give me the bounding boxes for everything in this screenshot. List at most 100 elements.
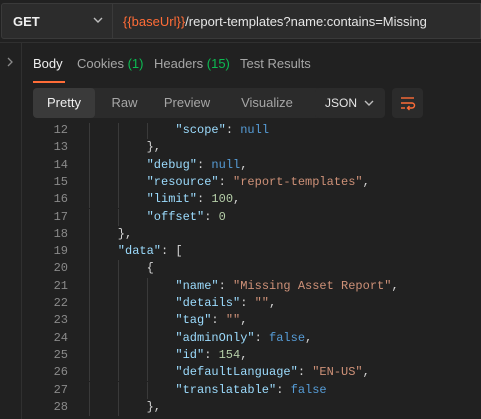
url-input[interactable]: {{baseUrl}}/report-templates?name:contai… [113, 3, 481, 39]
line-number: 14 [53, 157, 68, 172]
code-token: 100 [211, 192, 234, 207]
tab-cookies[interactable]: Cookies (1) [77, 56, 143, 71]
code-token: , [391, 278, 399, 293]
view-preview-button[interactable]: Preview [156, 88, 218, 118]
indent-guide [146, 295, 148, 313]
code-text: "defaultLanguage": "EN-US", [175, 364, 369, 381]
code-token: "name" [175, 278, 219, 293]
indent-guide [117, 329, 119, 347]
tab-headers[interactable]: Headers (15) [154, 56, 230, 71]
line-number: 16 [53, 192, 68, 207]
method-select[interactable]: GET [1, 3, 113, 39]
code-text: }, [147, 139, 161, 156]
code-token: , [305, 330, 313, 345]
indent-guide [117, 260, 119, 278]
code-text: "adminOnly": false, [175, 330, 312, 347]
code-token: , [269, 296, 277, 310]
code-line: 14 "debug": null, [22, 156, 481, 174]
line-number: 20 [53, 261, 68, 276]
code-line: 26 "defaultLanguage": "EN-US", [22, 364, 481, 382]
code-token: "Missing Asset Report" [233, 278, 392, 293]
tab-headers-count: (15) [206, 56, 230, 71]
method-label: GET [13, 14, 40, 29]
chevron-right-icon[interactable] [5, 55, 15, 73]
format-select[interactable]: JSON [315, 88, 385, 118]
code-token: : [204, 347, 219, 362]
code-token: "translatable" [175, 382, 277, 397]
line-number: 27 [53, 382, 68, 397]
indent-guide [89, 329, 90, 347]
code-token: 0 [218, 209, 226, 224]
wrap-lines-button[interactable] [392, 88, 423, 118]
indent-guide [146, 381, 148, 399]
code-text: "data": [ [118, 243, 183, 260]
code-text: "limit": 100, [147, 191, 241, 208]
code-line: 28}, [22, 398, 481, 417]
response-tabs: Body Cookies (1) Headers (15) Test Resul… [22, 43, 481, 83]
code-token: : [225, 123, 241, 137]
tab-test-results[interactable]: Test Results [240, 56, 311, 71]
indent-guide [146, 364, 148, 382]
indent-guide [89, 191, 90, 209]
code-line: 16 "limit": 100, [22, 191, 481, 209]
code-line: 15 "resource": "report-templates", [22, 173, 481, 192]
indent-guide [117, 295, 119, 313]
code-line: 22 "details": "", [22, 295, 481, 313]
code-token: : [ [161, 244, 183, 259]
code-token: : [211, 313, 226, 328]
url-path: /report-templates?name:contains=Missing [185, 14, 427, 29]
indent-guide [117, 277, 119, 295]
indent-guide [146, 123, 148, 140]
view-raw-button[interactable]: Raw [102, 88, 147, 118]
code-token: "details" [175, 296, 241, 310]
code-token: "limit" [146, 192, 198, 207]
code-token: 154 [218, 347, 241, 362]
indent-guide [117, 208, 119, 226]
view-visualize-button[interactable]: Visualize [231, 88, 303, 118]
line-number: 15 [53, 174, 68, 189]
line-number: 28 [53, 399, 68, 414]
code-token: "" [225, 313, 241, 328]
indent-guide [89, 364, 90, 382]
indent-guide [89, 243, 90, 261]
code-text: "resource": "report-templates", [147, 174, 370, 191]
format-label: JSON [325, 96, 358, 110]
code-token: : [218, 278, 234, 293]
code-line: 20 { [22, 260, 481, 278]
code-token: : [240, 296, 255, 310]
code-text: "offset": 0 [147, 209, 226, 226]
code-text: "debug": null, [147, 157, 248, 174]
code-line: 13}, [22, 139, 481, 157]
code-token: "offset" [146, 209, 205, 224]
indent-guide [117, 123, 119, 140]
line-number: 25 [53, 347, 68, 362]
line-number: 18 [53, 226, 68, 241]
code-text: }, [118, 226, 132, 243]
indent-guide [89, 260, 90, 278]
indent-guide [117, 364, 119, 382]
indent-guide [89, 225, 90, 244]
indent-guide [117, 398, 119, 417]
view-pretty-button[interactable]: Pretty [33, 88, 95, 118]
code-line: 27 "translatable": false [22, 381, 481, 399]
indent-guide [117, 173, 119, 192]
indent-guide [89, 208, 90, 226]
indent-guide [117, 346, 119, 365]
tab-body[interactable]: Body [33, 56, 63, 71]
code-token: false [290, 382, 327, 397]
code-line: 19 "data": [ [22, 243, 481, 261]
code-line: 12 "scope": null [22, 123, 481, 140]
code-token: , [233, 192, 241, 207]
code-text: "translatable": false [175, 382, 326, 399]
code-token: "" [254, 296, 270, 310]
indent-guide [89, 398, 90, 417]
code-token: : [197, 157, 212, 172]
code-text: "id": 154, [175, 347, 247, 364]
response-body-code[interactable]: 12 "scope": null 13}, 14 "debug": null, 15 "re… [22, 123, 481, 419]
line-number: 21 [53, 278, 68, 293]
line-number: 12 [53, 123, 68, 137]
line-number: 17 [53, 209, 68, 224]
indent-guide [117, 139, 119, 157]
indent-guide [146, 312, 148, 330]
code-token: , [362, 365, 370, 380]
